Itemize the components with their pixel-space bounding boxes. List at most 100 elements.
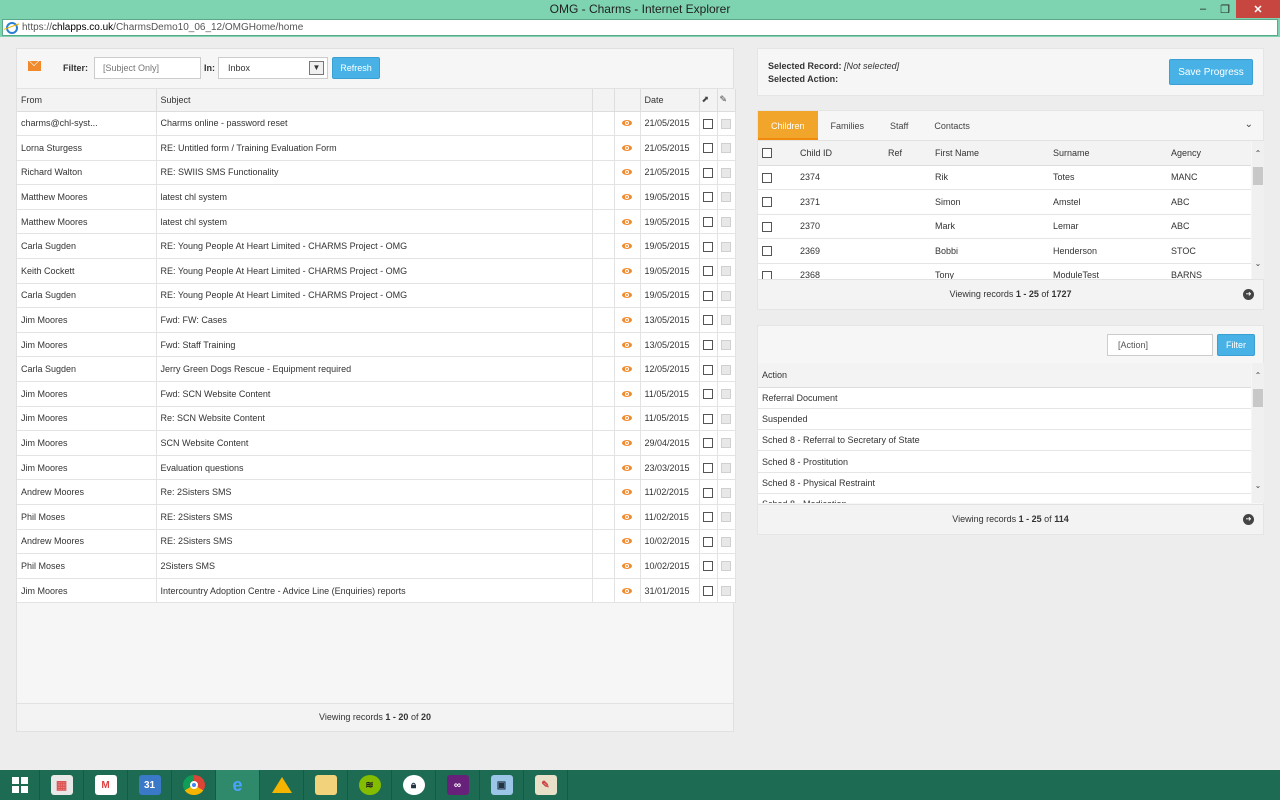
taskbar-drive[interactable] (260, 770, 304, 800)
eye-icon[interactable] (622, 169, 632, 176)
row-checkbox[interactable] (703, 118, 713, 129)
collapse-chevron-icon[interactable]: ⌄ (1245, 119, 1253, 130)
row-checkbox[interactable] (703, 585, 713, 596)
refresh-button[interactable]: Refresh (332, 57, 380, 79)
mail-row[interactable]: Andrew Moores Re: 2Sisters SMS 11/02/2015 (17, 479, 736, 505)
row-checkbox[interactable] (762, 197, 772, 208)
action-row[interactable]: Referral Document (758, 387, 1251, 409)
mail-row[interactable]: Carla Sugden RE: Young People At Heart Li… (17, 233, 736, 260)
eye-icon[interactable] (622, 194, 632, 201)
mail-select-cell[interactable] (699, 504, 718, 530)
row-checkbox[interactable] (762, 246, 772, 257)
mail-select-cell[interactable] (699, 258, 718, 284)
child-select-cell[interactable] (758, 165, 800, 190)
action-row[interactable]: Sched 8 - Medication (758, 493, 1251, 503)
row-checkbox[interactable] (762, 270, 772, 279)
save-progress-button[interactable]: Save Progress (1169, 59, 1253, 85)
mail-subject[interactable]: RE: 2Sisters SMS (156, 529, 593, 555)
actions-scrollbar[interactable]: ⌃ ⌄ (1252, 363, 1264, 503)
minimize-button[interactable]: – (1192, 0, 1214, 18)
taskbar-chrome[interactable] (172, 770, 216, 800)
mail-row[interactable]: Jim Moores Re: SCN Website Content 11/05/2… (17, 406, 736, 432)
next-page-icon[interactable]: ➜ (1243, 289, 1254, 300)
taskbar-internet-explorer[interactable]: e (216, 770, 260, 800)
children-scrollbar[interactable]: ⌃ ⌄ (1252, 141, 1264, 279)
restore-button[interactable]: ❐ (1214, 0, 1236, 18)
mail-row[interactable]: Phil Moses RE: 2Sisters SMS 11/02/2015 (17, 504, 736, 530)
mail-select-cell[interactable] (699, 430, 718, 456)
mail-subject[interactable]: 2Sisters SMS (156, 553, 593, 579)
chevron-down-icon[interactable]: ⌄ (1252, 481, 1264, 493)
mail-subject[interactable]: SCN Website Content (156, 430, 593, 456)
action-row[interactable]: Sched 8 - Physical Restraint (758, 472, 1251, 494)
mail-view-cell[interactable] (614, 209, 641, 235)
row-checkbox[interactable] (703, 438, 713, 449)
column-header-subject[interactable]: Subject (156, 89, 593, 112)
eye-icon[interactable] (622, 538, 632, 545)
column-header-first-name[interactable]: First Name (935, 141, 1053, 166)
select-all-checkbox[interactable] (762, 148, 772, 159)
subject-filter-input[interactable] (94, 57, 201, 79)
mail-subject[interactable]: Charms online - password reset (156, 111, 593, 137)
eye-icon[interactable] (622, 562, 632, 569)
child-row[interactable]: 2374 Rik Totes MANC (758, 165, 1251, 190)
row-checkbox[interactable] (703, 339, 713, 350)
mail-subject[interactable]: RE: 2Sisters SMS (156, 504, 593, 530)
mail-select-cell[interactable] (699, 406, 718, 432)
eye-icon[interactable] (622, 390, 632, 397)
mail-select-cell[interactable] (699, 111, 718, 137)
mail-view-cell[interactable] (614, 504, 641, 530)
chevron-down-icon[interactable]: ▼ (309, 61, 324, 75)
mail-view-cell[interactable] (614, 430, 641, 456)
action-name[interactable]: Sched 8 - Referral to Secretary of State (758, 429, 1251, 452)
action-row[interactable]: Sched 8 - Referral to Secretary of State (758, 429, 1251, 452)
mail-subject[interactable]: RE: Young People At Heart Limited - CHAR… (156, 233, 593, 260)
mail-row[interactable]: Matthew Moores latest chl system 19/05/201… (17, 209, 736, 235)
mail-subject[interactable]: Intercountry Adoption Centre - Advice Li… (156, 578, 593, 604)
mail-select-cell[interactable] (699, 529, 718, 555)
mail-select-cell[interactable] (699, 160, 718, 186)
tab-staff[interactable]: Staff (877, 111, 921, 140)
mail-subject[interactable]: RE: SWIIS SMS Functionality (156, 160, 593, 186)
eye-icon[interactable] (622, 341, 632, 348)
row-checkbox[interactable] (703, 167, 713, 178)
child-row[interactable]: 2371 Simon Amstel ABC (758, 189, 1251, 215)
start-button[interactable] (0, 770, 40, 800)
eye-icon[interactable] (622, 464, 632, 471)
mail-row[interactable]: Jim Moores Fwd: SCN Website Content 11/05/… (17, 381, 736, 407)
child-select-cell[interactable] (758, 214, 800, 239)
row-checkbox[interactable] (703, 315, 713, 326)
eye-icon[interactable] (622, 440, 632, 447)
taskbar-keepass[interactable]: 🔒︎ (392, 770, 436, 800)
column-header-surname[interactable]: Surname (1053, 141, 1171, 166)
row-checkbox[interactable] (703, 561, 713, 572)
row-checkbox[interactable] (703, 487, 713, 498)
column-header-agency[interactable]: Agency (1171, 141, 1251, 166)
row-checkbox[interactable] (703, 290, 713, 301)
mail-subject[interactable]: Fwd: Staff Training (156, 332, 593, 358)
eye-icon[interactable] (622, 317, 632, 324)
eye-icon[interactable] (622, 243, 632, 250)
select-all-checkbox-cell[interactable] (758, 141, 800, 166)
mail-view-cell[interactable] (614, 233, 641, 260)
mail-select-cell[interactable] (699, 455, 718, 481)
mail-row[interactable]: Jim Moores SCN Website Content 29/04/2015 (17, 430, 736, 456)
mail-subject[interactable]: latest chl system (156, 184, 593, 210)
tab-children[interactable]: Children (758, 111, 818, 140)
taskbar-remote-desktop[interactable]: ▣ (480, 770, 524, 800)
row-checkbox[interactable] (703, 389, 713, 400)
mail-row[interactable]: Richard Walton RE: SWIIS SMS Functionalit… (17, 160, 736, 186)
mail-view-cell[interactable] (614, 283, 641, 309)
mail-row[interactable]: Jim Moores Fwd: Staff Training 13/05/2015 (17, 332, 736, 358)
row-checkbox[interactable] (703, 462, 713, 473)
action-filter-input[interactable]: [Action] (1107, 334, 1213, 356)
mail-select-cell[interactable] (699, 356, 718, 383)
row-checkbox[interactable] (703, 192, 713, 203)
taskbar-paint[interactable]: ✎ (524, 770, 568, 800)
mail-select-cell[interactable] (699, 578, 718, 604)
row-checkbox[interactable] (762, 221, 772, 232)
close-button[interactable]: ✕ (1236, 0, 1280, 18)
scroll-thumb[interactable] (1253, 389, 1263, 407)
chevron-up-icon[interactable]: ⌃ (1252, 371, 1264, 383)
mail-select-cell[interactable] (699, 209, 718, 235)
